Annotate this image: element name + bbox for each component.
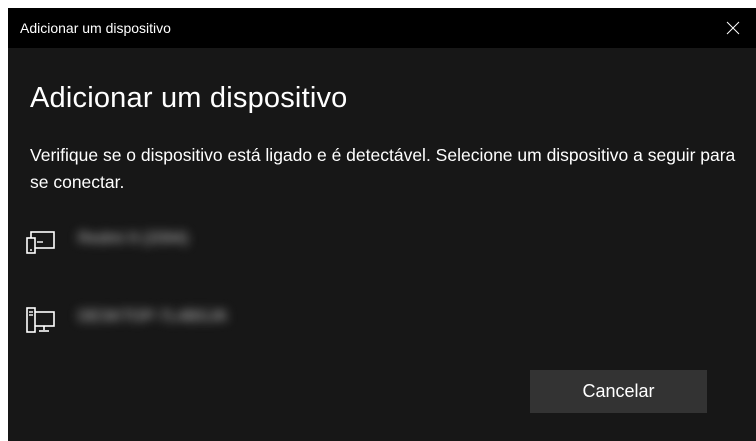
cancel-button[interactable]: Cancelar bbox=[530, 370, 707, 413]
window-title: Adicionar um dispositivo bbox=[20, 20, 171, 36]
close-icon bbox=[726, 21, 740, 35]
device-list-item[interactable]: DESKTOP-7L4BGJK bbox=[8, 291, 756, 349]
device-list-item[interactable]: Redmi 9 (2094) bbox=[8, 213, 756, 271]
dialog-heading: Adicionar um dispositivo bbox=[30, 82, 348, 114]
dialog-description: Verifique se o dispositivo está ligado e… bbox=[30, 145, 736, 192]
title-bar: Adicionar um dispositivo bbox=[8, 8, 756, 48]
phone-icon bbox=[26, 231, 55, 254]
device-name: Redmi 9 (2094) bbox=[78, 230, 189, 247]
add-device-dialog: Adicionar um dispositivo Adicionar um di… bbox=[8, 8, 756, 441]
computer-icon bbox=[26, 307, 55, 333]
close-button[interactable] bbox=[710, 8, 756, 48]
device-name: DESKTOP-7L4BGJK bbox=[78, 308, 228, 325]
